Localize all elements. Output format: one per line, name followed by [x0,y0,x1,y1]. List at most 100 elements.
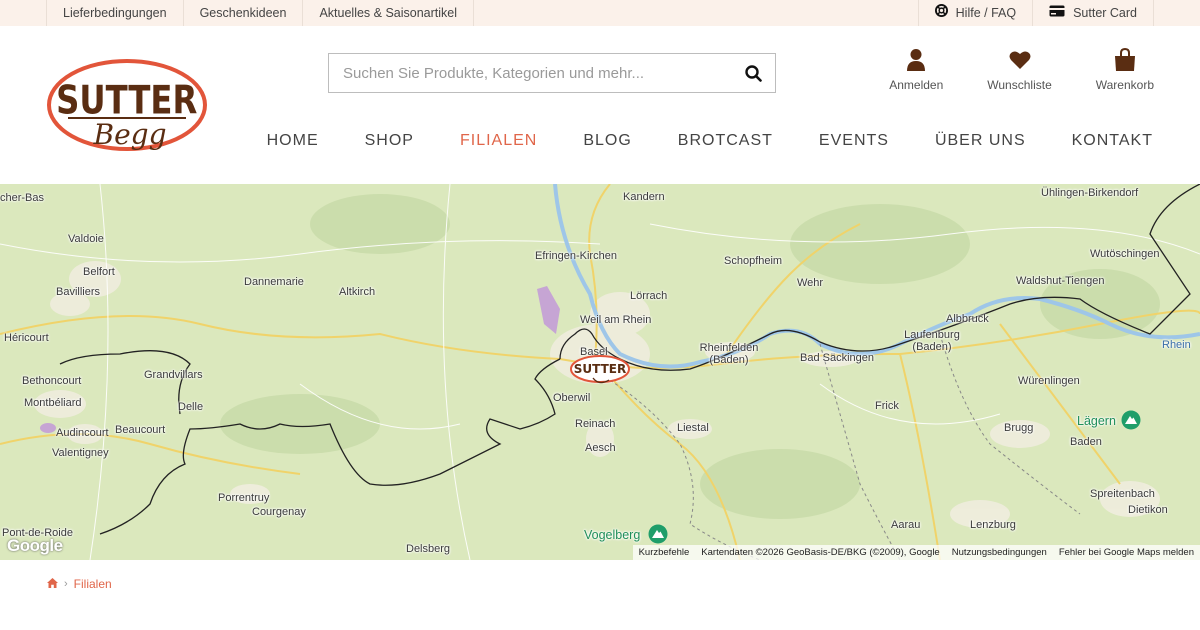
search-box [328,53,776,93]
header-actions: Anmelden Wunschliste Warenkorb [889,48,1154,92]
search-button[interactable] [731,54,775,92]
wishlist-label: Wunschliste [987,78,1052,92]
map-place-label: Valdoie [68,233,104,245]
map-report-error-link[interactable]: Fehler bei Google Maps melden [1053,545,1200,560]
map-place-label: Belfort [83,266,115,278]
top-bar: Lieferbedingungen Geschenkideen Aktuelle… [0,0,1200,26]
breadcrumb-current: Filialen [73,577,112,591]
map-place-label: Audincourt [56,427,109,439]
map-place-label: Baden [1070,436,1102,448]
map-terms-link[interactable]: Nutzungsbedingungen [946,545,1053,560]
nav-home[interactable]: HOME [267,132,319,150]
map-place-label: Aesch [585,442,616,454]
map-place-label: Frick [875,400,899,412]
map-place-label: Liestal [677,422,709,434]
top-bar-links: Lieferbedingungen Geschenkideen Aktuelle… [46,0,475,26]
nav-kontakt[interactable]: KONTAKT [1072,132,1153,150]
map-place-label: Bad Säckingen [800,352,874,364]
chevron-right-icon: › [64,578,68,590]
nav-brotcast[interactable]: BROTCAST [678,132,773,150]
map-place-label: Waldshut-Tiengen [1016,275,1105,287]
delivery-terms-label: Lieferbedingungen [63,6,167,20]
store-marker-label: SUTTER [574,362,626,376]
map-place-label: Spreitenbach [1090,488,1155,500]
help-faq-link[interactable]: Hilfe / FAQ [917,0,1032,26]
logo-wordmark: SUTTER [56,79,197,124]
map-place-label: Lenzburg [970,519,1016,531]
nav-ueber-uns[interactable]: ÜBER UNS [935,132,1026,150]
map-place-label: Schopfheim [724,255,783,267]
map-place-label: Rheinfelden (Baden) [699,342,759,366]
map-place-label: Héricourt [4,332,49,344]
nav-filialen[interactable]: FILIALEN [460,132,537,150]
map-place-label: Ühlingen-Birkendorf [1041,187,1139,199]
map-attribution: Kurzbefehle Kartendaten ©2026 GeoBasis-D… [632,545,1200,560]
logo-script: Begg [93,118,167,151]
map-place-label: Dannemarie [244,276,304,288]
sutter-begg-logo[interactable]: SUTTER Begg [46,56,208,158]
map-place-label: Efringen-Kirchen [535,250,617,262]
delivery-terms-link[interactable]: Lieferbedingungen [46,0,183,26]
map-place-label: Porrentruy [218,492,270,504]
nav-shop[interactable]: SHOP [365,132,414,150]
shopping-bag-icon [1114,48,1135,71]
map-place-label: Delsberg [406,543,451,555]
credit-card-icon [1049,0,1065,26]
search-icon [744,64,762,82]
map-place-label: Oberwil [553,392,591,404]
nav-events[interactable]: EVENTS [819,132,889,150]
main-nav: HOME SHOP FILIALEN BLOG BROTCAST EVENTS … [221,132,1153,150]
sutter-card-link[interactable]: Sutter Card [1032,0,1154,26]
map-data-credit: Kartendaten ©2026 GeoBasis-DE/BKG (©2009… [701,547,940,558]
map-place-label: Aarau [891,519,921,531]
map-place-label: cher-Bas [0,192,45,204]
breadcrumb: › Filialen [47,577,112,591]
gift-ideas-label: Geschenkideen [199,6,287,20]
map-place-label: Wehr [797,277,824,289]
map-park-label: Vogelberg [584,528,641,542]
map-place-label: Montbéliard [24,397,82,409]
login-label: Anmelden [889,78,944,92]
nav-blog[interactable]: BLOG [583,132,631,150]
map-place-label: Bethoncourt [22,375,82,387]
map-place-label: Lörrach [630,290,668,302]
map-place-label: Delle [178,401,204,413]
map-river-label: Rhein [1162,339,1191,351]
map-place-label: Courgenay [252,506,306,518]
home-icon[interactable] [47,577,58,591]
lifebuoy-icon [934,0,948,26]
top-bar-right: Hilfe / FAQ Sutter Card [917,0,1154,26]
map-place-label: Bavilliers [56,286,101,298]
park-marker-icon[interactable] [1121,410,1141,435]
map-place-label: Valentigney [52,447,109,459]
cart-button[interactable]: Warenkorb [1096,48,1154,92]
map-place-label: Reinach [575,418,616,430]
user-icon [907,49,926,71]
login-button[interactable]: Anmelden [889,48,943,92]
map-place-label: Laufenburg (Baden) [904,329,960,353]
map-place-label: Altkirch [339,286,376,298]
map-place-label: Kandern [623,191,665,203]
wishlist-button[interactable]: Wunschliste [987,48,1052,92]
heart-icon [1009,51,1030,69]
help-faq-label: Hilfe / FAQ [955,6,1017,20]
map-shortcuts-link[interactable]: Kurzbefehle [633,545,696,560]
map-place-label: Wutöschingen [1090,248,1160,260]
news-seasonal-label: Aktuelles & Saisonartikel [319,6,458,20]
map-place-label: Weil am Rhein [580,314,652,326]
map-place-label: Grandvillars [144,369,203,381]
map-place-label: Brugg [1004,422,1034,434]
map-place-label: Würenlingen [1018,375,1080,387]
store-marker[interactable]: SUTTER [569,354,631,388]
search-input[interactable] [329,54,731,92]
map-place-label: Albbruck [946,313,989,325]
gift-ideas-link[interactable]: Geschenkideen [182,0,303,26]
cart-label: Warenkorb [1095,78,1154,92]
sutter-card-label: Sutter Card [1073,6,1137,20]
news-seasonal-link[interactable]: Aktuelles & Saisonartikel [302,0,475,26]
map-park-label: Lägern [1077,414,1116,428]
store-map[interactable]: cher-Bas Valdoie Belfort Bavilliers Héri… [0,184,1200,560]
map-place-label: Dietikon [1128,504,1168,516]
google-logo: Google [7,536,63,555]
map-place-label: Beaucourt [115,424,166,436]
